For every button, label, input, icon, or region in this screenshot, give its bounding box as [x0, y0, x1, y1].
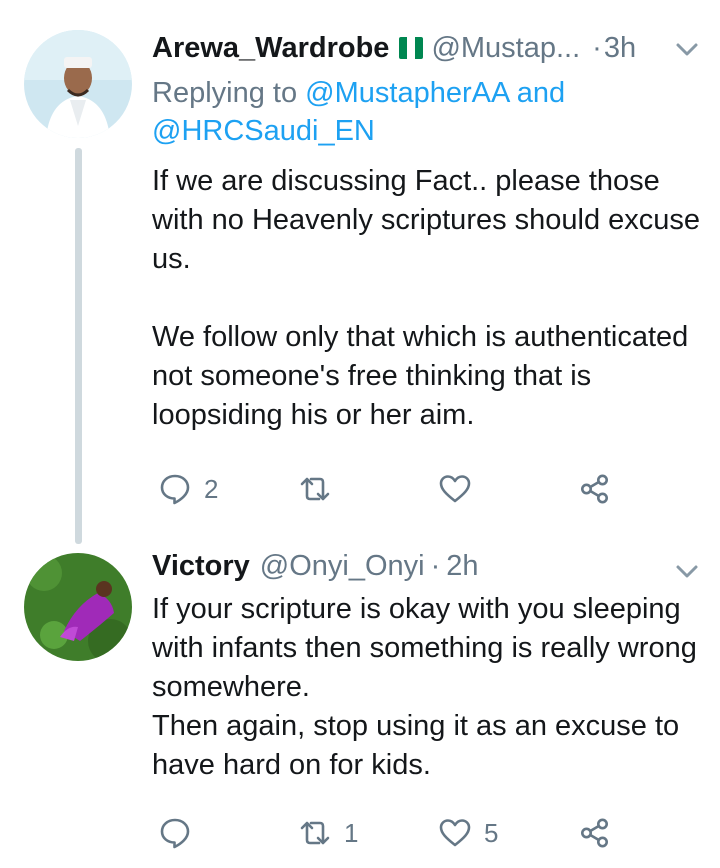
tweet-text: If your scripture is okay with you sleep…	[152, 590, 712, 785]
reply-prefix: Replying to	[152, 77, 298, 109]
share-icon	[581, 474, 608, 504]
retweet-icon	[300, 821, 330, 845]
like-button[interactable]	[438, 472, 484, 506]
tweet-header: Victory @Onyi_Onyi · 2h	[152, 548, 479, 584]
username-handle[interactable]: @Onyi_Onyi	[260, 548, 425, 584]
tweet-paragraph: If we are discussing Fact.. please those…	[152, 165, 701, 275]
username-handle[interactable]: @Mustap...	[431, 30, 580, 66]
timestamp[interactable]: 2h	[446, 548, 478, 584]
thread-line	[75, 148, 82, 544]
tweet-paragraph: If your scripture is okay with you sleep…	[152, 593, 697, 703]
retweet-button[interactable]	[298, 472, 344, 506]
retweet-count: 1	[344, 817, 359, 848]
mention-link[interactable]: @HRCSaudi_EN	[152, 115, 375, 147]
timestamp[interactable]: 3h	[604, 30, 636, 66]
like-count: 5	[484, 817, 499, 848]
tweet-actions: 1 5	[152, 816, 632, 856]
reply-count: 2	[204, 473, 219, 504]
avatar[interactable]	[24, 553, 132, 661]
tweet-paragraph: We follow only that which is authenticat…	[152, 321, 689, 431]
mention-link[interactable]: @MustapherAA	[305, 77, 509, 109]
reply-icon	[160, 474, 190, 505]
like-icon	[439, 475, 471, 503]
tweet-header: Arewa_Wardrobe @Mustap... · 3h	[152, 30, 636, 66]
chevron-down-icon[interactable]	[672, 556, 702, 586]
display-name[interactable]: Victory	[152, 548, 250, 584]
avatar[interactable]	[24, 30, 132, 138]
separator-dot: ·	[430, 550, 441, 582]
reply-button[interactable]: 2	[158, 472, 218, 506]
reply-button[interactable]	[158, 816, 204, 850]
share-icon	[581, 818, 608, 848]
share-button[interactable]	[578, 472, 612, 506]
display-name[interactable]: Arewa_Wardrobe	[152, 30, 389, 66]
like-button[interactable]: 5	[438, 816, 498, 850]
chevron-down-icon[interactable]	[672, 34, 702, 64]
share-button[interactable]	[578, 816, 612, 850]
retweet-button[interactable]: 1	[298, 816, 358, 850]
tweet-paragraph: Then again, stop using it as an excuse t…	[152, 710, 680, 781]
reply-and: and	[516, 77, 566, 109]
retweet-icon	[300, 477, 330, 501]
separator-dot: ·	[592, 32, 602, 64]
nigeria-flag-icon	[399, 37, 424, 59]
tweet-text: If we are discussing Fact.. please those…	[152, 162, 712, 435]
like-icon	[439, 819, 471, 847]
reply-icon	[160, 818, 190, 849]
replying-to: Replying to @MustapherAA and @HRCSaudi_E…	[152, 74, 565, 150]
tweet-actions: 2	[152, 472, 632, 512]
